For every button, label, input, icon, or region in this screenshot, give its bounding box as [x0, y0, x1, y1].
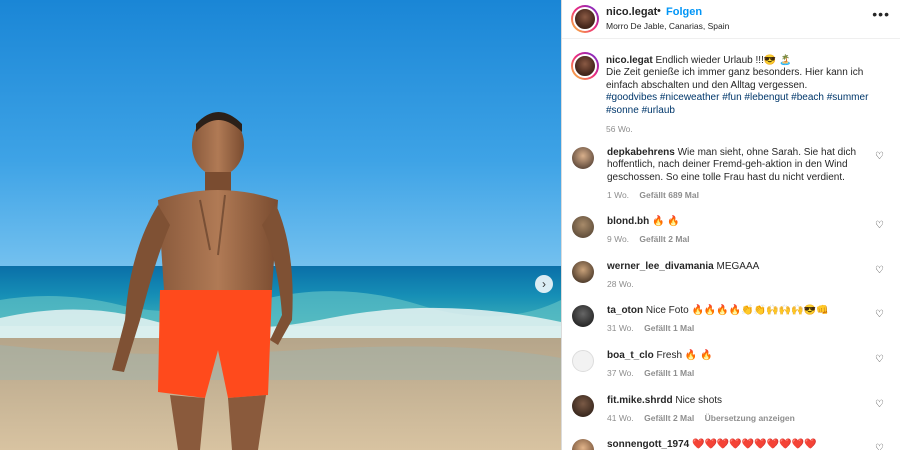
follow-button[interactable]: Folgen — [666, 6, 702, 18]
comment-age[interactable]: 28 Wo. — [607, 279, 634, 289]
comment-username[interactable]: sonnengott_1974 — [607, 439, 689, 450]
post-photo: › — [0, 0, 561, 450]
commenter-avatar[interactable] — [572, 147, 594, 169]
comment-text: 🔥 🔥 — [652, 216, 680, 227]
comment-age[interactable]: 1 Wo. — [607, 190, 629, 200]
comment-username[interactable]: blond.bh — [607, 216, 649, 227]
heart-icon[interactable]: ♡ — [875, 443, 884, 450]
comment-age[interactable]: 31 Wo. — [607, 323, 634, 333]
comment-text: Nice shots — [675, 395, 723, 406]
comment-age[interactable]: 41 Wo. — [607, 413, 634, 423]
heart-icon[interactable]: ♡ — [875, 265, 884, 276]
caption-hashtags[interactable]: #goodvibes #niceweather #fun #lebengut #… — [606, 92, 868, 115]
commenter-avatar[interactable] — [572, 261, 594, 283]
comment-text: ❤️❤️❤️❤️❤️❤️❤️❤️❤️❤️ — [692, 439, 817, 450]
separator-dot: • — [657, 5, 661, 17]
commenter-avatar[interactable] — [572, 350, 594, 372]
post-caption: nico.legat Endlich wieder Urlaub !!!😎 🏝️… — [606, 55, 886, 135]
commenter-avatar[interactable] — [572, 216, 594, 238]
post-header: nico.legat • Folgen Morro De Jable, Cana… — [562, 0, 900, 39]
heart-icon[interactable]: ♡ — [875, 151, 884, 162]
comment-username[interactable]: depkabehrens — [607, 147, 675, 158]
commenter-avatar[interactable] — [572, 395, 594, 417]
caption-username[interactable]: nico.legat — [606, 55, 653, 66]
heart-icon[interactable]: ♡ — [875, 354, 884, 365]
comment-username[interactable]: ta_oton — [607, 305, 643, 316]
comment-text: Fresh 🔥 🔥 — [656, 350, 713, 361]
comment-likes[interactable]: Gefällt 689 Mal — [639, 190, 699, 200]
commenter-avatar[interactable] — [572, 305, 594, 327]
comment-username[interactable]: boa_t_clo — [607, 350, 654, 361]
heart-icon[interactable]: ♡ — [875, 220, 884, 231]
comment-age[interactable]: 9 Wo. — [607, 234, 629, 244]
comment-username[interactable]: fit.mike.shrdd — [607, 395, 673, 406]
beach-photo — [0, 0, 561, 450]
comment-text: MEGAAA — [716, 261, 760, 272]
comment-age[interactable]: 37 Wo. — [607, 368, 634, 378]
heart-icon[interactable]: ♡ — [875, 399, 884, 410]
comment-likes[interactable]: Gefällt 1 Mal — [644, 368, 694, 378]
next-photo-button[interactable]: › — [535, 275, 553, 293]
more-options-icon[interactable]: ••• — [872, 7, 890, 21]
comment-username[interactable]: werner_lee_divamania — [607, 261, 714, 272]
caption-text: Endlich wieder Urlaub !!!😎 🏝️ — [655, 55, 792, 66]
location-link[interactable]: Morro De Jable, Canarias, Spain — [606, 21, 729, 31]
heart-icon[interactable]: ♡ — [875, 309, 884, 320]
chevron-right-icon: › — [542, 277, 546, 291]
comment-likes[interactable]: Gefällt 2 Mal — [644, 413, 694, 423]
comment-likes[interactable]: Gefällt 2 Mal — [639, 234, 689, 244]
author-username[interactable]: nico.legat — [606, 6, 657, 18]
post-side-panel: nico.legat • Folgen Morro De Jable, Cana… — [561, 0, 900, 450]
post-age[interactable]: 56 Wo. — [606, 124, 633, 134]
commenter-avatar[interactable] — [572, 439, 594, 450]
translate-link[interactable]: Übersetzung anzeigen — [705, 413, 795, 423]
comment-text: Nice Foto 🔥🔥🔥🔥👏👏🙌🙌🙌😎👊 — [645, 305, 829, 316]
caption-avatar[interactable] — [571, 52, 599, 80]
caption-body: Die Zeit genieße ich immer ganz besonder… — [606, 67, 864, 91]
author-avatar[interactable] — [571, 5, 599, 33]
comment-likes[interactable]: Gefällt 1 Mal — [644, 323, 694, 333]
